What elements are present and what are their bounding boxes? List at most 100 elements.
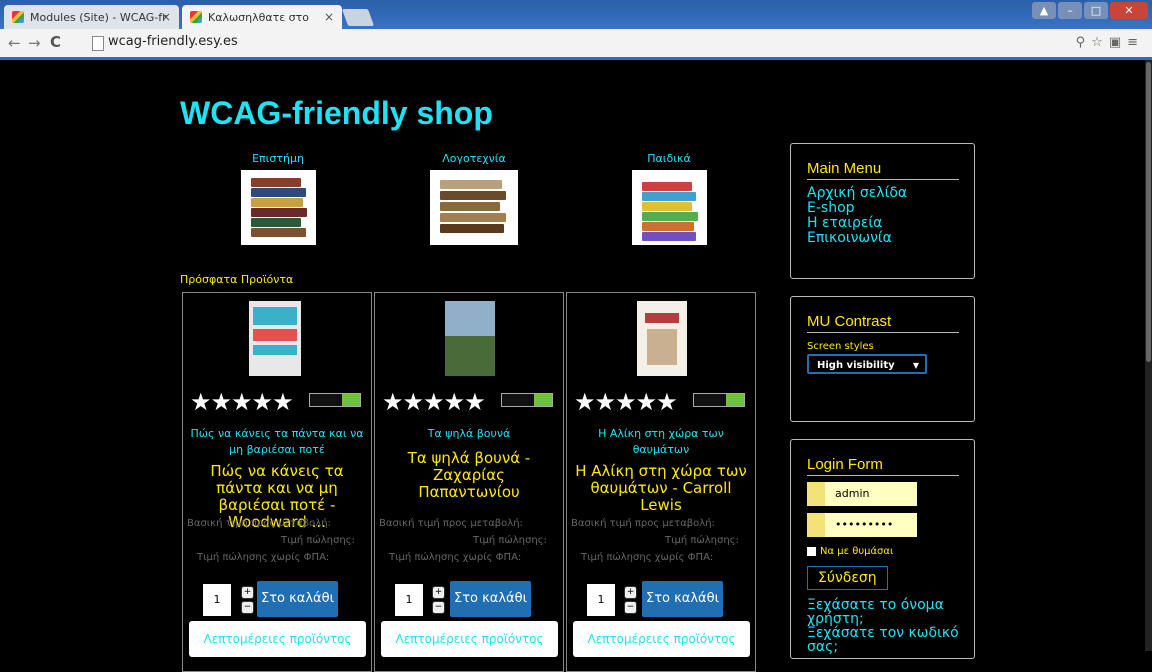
password-value: ••••••••• — [835, 518, 894, 531]
reload-icon[interactable]: C — [50, 33, 61, 51]
site-title[interactable]: WCAG-friendly shop — [180, 95, 493, 132]
product-full-title[interactable]: Τα ψηλά βουνά - Ζαχαρίας Παπαντωνίου — [381, 450, 557, 501]
price-info: Βασική τιμή προς μεταβολή: Τιμή πώλησης:… — [379, 515, 559, 566]
category-label[interactable]: Παιδικά — [631, 152, 707, 165]
browser-tab-active[interactable]: Καλωσηλθατε στο × — [182, 5, 342, 29]
quantity-stepper[interactable]: + − — [241, 586, 254, 614]
page-icon — [92, 36, 104, 51]
category-children[interactable]: Παιδικά — [631, 152, 707, 245]
page-top-bar — [0, 57, 1152, 60]
product-short-title[interactable]: Πώς να κάνεις τα πάντα και να μη βαριέσα… — [187, 426, 367, 458]
add-to-cart-button[interactable]: Στο καλάθι — [450, 581, 531, 617]
toggle-switch[interactable] — [693, 393, 745, 407]
main-menu-list: Αρχική σελίδα E-shop Η εταιρεία Επικοινω… — [807, 186, 907, 246]
remember-me[interactable]: Να με θυμάσαι — [807, 546, 893, 557]
add-to-cart-button[interactable]: Στο καλάθι — [642, 581, 723, 617]
books-image[interactable] — [240, 170, 316, 245]
browser-tab-modules[interactable]: Modules (Site) - WCAG-fr × — [4, 5, 179, 29]
rating-stars: ★★★★★ — [382, 388, 486, 416]
category-label[interactable]: Επιστήμη — [240, 152, 316, 165]
quantity-input[interactable]: 1 — [587, 584, 615, 616]
password-field[interactable]: ••••••••• — [807, 513, 917, 537]
menu-item-home[interactable]: Αρχική σελίδα — [807, 186, 907, 201]
contrast-panel: MU Contrast Screen styles High visibilit… — [790, 296, 975, 422]
sale-price-label: Τιμή πώλησης: — [281, 535, 355, 546]
plus-icon[interactable]: + — [241, 586, 254, 599]
joomla-icon — [12, 11, 24, 23]
forgot-password-link[interactable]: Ξεχάσατε τον κωδικό σας; — [807, 626, 967, 654]
close-tab-icon[interactable]: × — [161, 10, 171, 24]
toggle-switch[interactable] — [501, 393, 553, 407]
tab-title: Καλωσηλθατε στο — [208, 10, 310, 24]
minus-icon[interactable]: − — [241, 601, 254, 614]
category-science[interactable]: Επιστήμη — [240, 152, 316, 245]
scrollbar-thumb[interactable] — [1146, 62, 1151, 362]
product-card: ★★★★★ Η Αλίκη στη χώρα των θαυμάτων Η Αλ… — [566, 292, 756, 672]
quantity-stepper[interactable]: + − — [624, 586, 637, 614]
menu-item-company[interactable]: Η εταιρεία — [807, 216, 907, 231]
close-tab-icon[interactable]: × — [324, 10, 334, 24]
minimize-button[interactable]: – — [1058, 2, 1082, 19]
scrollbar[interactable] — [1145, 60, 1152, 651]
toolbar-icons[interactable]: ⚲☆▣≡ — [1076, 35, 1144, 50]
books-image[interactable] — [430, 170, 518, 245]
price-info: Βασική τιμή προς μεταβολή: Τιμή πώλησης:… — [187, 515, 367, 566]
select-value: High visibility — [817, 360, 895, 371]
minus-icon[interactable]: − — [624, 601, 637, 614]
minus-icon[interactable]: − — [432, 601, 445, 614]
menu-item-eshop[interactable]: E-shop — [807, 201, 907, 216]
forgot-username-link[interactable]: Ξεχάσατε το όνομα χρήστη; — [807, 598, 967, 626]
contrast-title: MU Contrast — [807, 313, 959, 333]
price-no-vat-label: Τιμή πώλησης χωρίς ΦΠΑ: — [581, 552, 714, 563]
category-literature[interactable]: Λογοτεχνία — [430, 152, 518, 245]
quantity-stepper[interactable]: + − — [432, 586, 445, 614]
username-field[interactable]: admin — [807, 482, 917, 506]
new-tab-button[interactable] — [341, 9, 375, 26]
toggle-switch[interactable] — [309, 393, 361, 407]
joomla-icon — [190, 11, 202, 23]
product-image[interactable] — [249, 301, 301, 376]
remember-label: Να με θυμάσαι — [820, 546, 894, 557]
main-menu-panel: Main Menu Αρχική σελίδα E-shop Η εταιρεί… — [790, 143, 975, 279]
product-card: ★★★★★ Τα ψηλά βουνά Τα ψηλά βουνά - Ζαχα… — [374, 292, 564, 672]
add-to-cart-button[interactable]: Στο καλάθι — [257, 581, 338, 617]
books-image[interactable] — [631, 170, 707, 245]
base-price-label: Βασική τιμή προς μεταβολή: — [571, 518, 715, 529]
quantity-input[interactable]: 1 — [395, 584, 423, 616]
main-menu-title: Main Menu — [807, 160, 959, 180]
product-image[interactable] — [445, 301, 495, 376]
screen-style-select[interactable]: High visibility ▼ — [807, 354, 927, 374]
tab-title: Modules (Site) - WCAG-fr — [30, 10, 167, 24]
address-bar[interactable]: wcag-friendly.esy.es — [108, 34, 238, 49]
quantity-input[interactable]: 1 — [203, 584, 231, 616]
category-label[interactable]: Λογοτεχνία — [430, 152, 518, 165]
screen-styles-label: Screen styles — [807, 341, 874, 352]
base-price-label: Βασική τιμή προς μεταβολή: — [187, 518, 331, 529]
product-details-button[interactable]: Λεπτομέρειες προϊόντος — [573, 621, 750, 657]
recent-products-title: Πρόσφατα Προϊόντα — [180, 273, 294, 286]
sale-price-label: Τιμή πώλησης: — [665, 535, 739, 546]
back-icon[interactable]: ← — [8, 34, 21, 52]
lock-icon — [807, 513, 825, 537]
maximize-button[interactable]: □ — [1084, 2, 1108, 19]
base-price-label: Βασική τιμή προς μεταβολή: — [379, 518, 523, 529]
username-value: admin — [835, 487, 870, 500]
login-button[interactable]: Σύνδεση — [807, 566, 888, 590]
plus-icon[interactable]: + — [432, 586, 445, 599]
user-icon — [807, 482, 825, 506]
menu-item-contact[interactable]: Επικοινωνία — [807, 231, 907, 246]
forward-icon[interactable]: → — [28, 34, 41, 52]
product-short-title[interactable]: Τα ψηλά βουνά — [379, 426, 559, 442]
product-details-button[interactable]: Λεπτομέρειες προϊόντος — [381, 621, 558, 657]
browser-tabbar: Modules (Site) - WCAG-fr × Καλωσηλθατε σ… — [0, 0, 1152, 29]
product-full-title[interactable]: Η Αλίκη στη χώρα των θαυμάτων - Carroll … — [573, 463, 749, 514]
plus-icon[interactable]: + — [624, 586, 637, 599]
remember-checkbox[interactable] — [807, 547, 816, 556]
user-icon[interactable]: ▲ — [1032, 2, 1056, 19]
product-details-button[interactable]: Λεπτομέρειες προϊόντος — [189, 621, 366, 657]
login-title: Login Form — [807, 456, 959, 476]
product-image[interactable] — [637, 301, 687, 376]
product-card: ★★★★★ Πώς να κάνεις τα πάντα και να μη β… — [182, 292, 372, 672]
product-short-title[interactable]: Η Αλίκη στη χώρα των θαυμάτων — [571, 426, 751, 458]
close-window-button[interactable]: ✕ — [1110, 2, 1148, 19]
